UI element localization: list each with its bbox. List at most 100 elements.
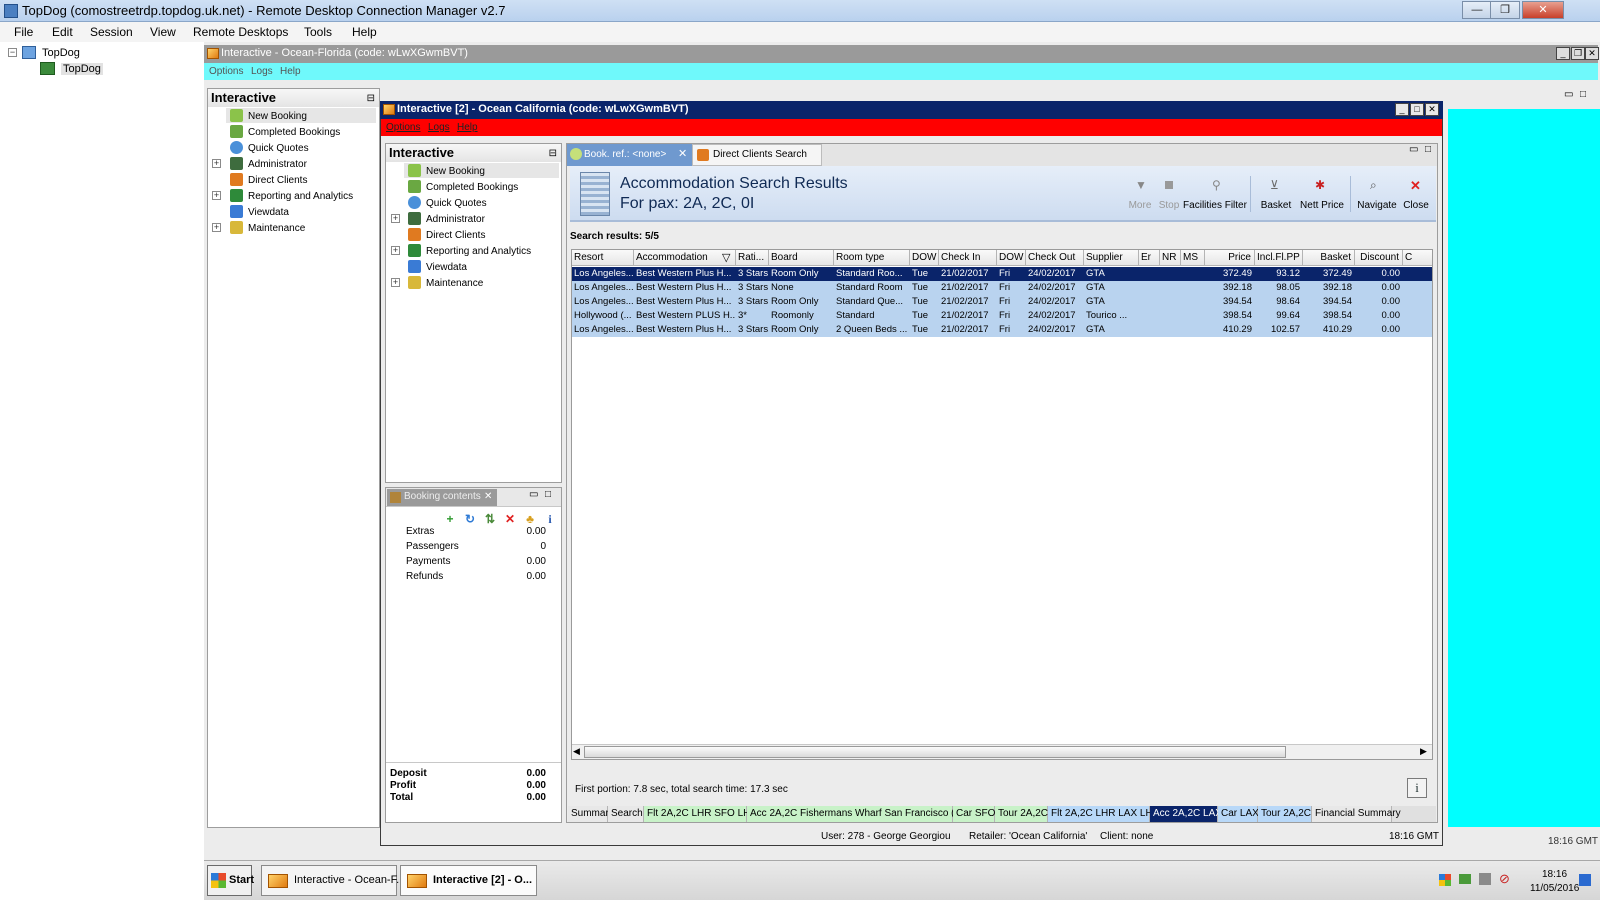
menu-edit[interactable]: Edit (52, 25, 73, 39)
panel-collapse-icon[interactable]: ⊟ (549, 148, 557, 159)
expand-reporting[interactable]: + (212, 191, 221, 200)
menu-session[interactable]: Session (90, 25, 133, 39)
info-icon[interactable]: i (544, 513, 556, 525)
task-interactive-2[interactable]: Interactive [2] - O... (400, 865, 537, 896)
column-header-discount[interactable]: Discount (1355, 250, 1403, 266)
bottom-tab-6[interactable]: Flt 2A,2C LHR LAX LHR (1048, 806, 1160, 822)
aux-minimize-icon[interactable]: ▭ (1564, 89, 1573, 100)
expand-maintenance[interactable]: + (212, 223, 221, 232)
navigate-button[interactable]: Navigate (1355, 200, 1399, 211)
nav-reporting-analytics[interactable]: Reporting and Analytics (248, 191, 353, 202)
tab-direct-clients-search[interactable]: Direct Clients Search (692, 144, 822, 166)
column-header-dow-in[interactable]: DOW (910, 250, 939, 266)
remote-minimize-button[interactable]: _ (1556, 47, 1570, 60)
aux-maximize-icon[interactable]: □ (1580, 89, 1586, 100)
horizontal-scrollbar[interactable]: ◀ ▶ (572, 744, 1432, 759)
bottom-tab-7[interactable]: Acc 2A,2C LAX (1150, 806, 1222, 822)
column-header-ms[interactable]: MS (1181, 250, 1205, 266)
nav-administrator[interactable]: Administrator (426, 214, 485, 225)
tree-collapse-toggle[interactable]: − (8, 48, 17, 57)
remote-restore-button[interactable]: ❐ (1571, 47, 1585, 60)
menu-file[interactable]: File (14, 25, 33, 39)
stop-button[interactable]: Stop (1155, 200, 1183, 211)
nav-reporting-analytics[interactable]: Reporting and Analytics (426, 246, 531, 257)
nav-maintenance[interactable]: Maintenance (248, 223, 305, 234)
volume-muted-icon[interactable]: ⊘ (1499, 871, 1510, 887)
column-header-check-out[interactable]: Check Out (1026, 250, 1084, 266)
menu-remote-desktops[interactable]: Remote Desktops (193, 25, 288, 39)
close-button[interactable]: ✕ (1522, 1, 1564, 19)
menu-view[interactable]: View (150, 25, 176, 39)
task-interactive-ocean-florida[interactable]: Interactive - Ocean-F... (261, 865, 405, 896)
bottom-tab-4[interactable]: Car SFO (953, 806, 995, 822)
inner-minimize-button[interactable]: _ (1395, 103, 1409, 116)
start-button[interactable]: Start (207, 865, 254, 896)
nav-new-booking[interactable]: New Booking (248, 111, 307, 122)
battery-tray-icon[interactable] (1459, 874, 1471, 884)
nav-viewdata[interactable]: Viewdata (248, 207, 289, 218)
info-button[interactable]: i (1407, 778, 1427, 798)
remote-menu-options[interactable]: Options (209, 66, 243, 77)
content-minimize-icon[interactable]: ▭ (1409, 144, 1418, 155)
column-header-room-type[interactable]: Room type (834, 250, 910, 266)
bottom-tab-2[interactable]: Flt 2A,2C LHR SFO LHR (644, 806, 758, 822)
column-filter-icon[interactable]: ▽ (722, 251, 730, 264)
delete-icon[interactable]: ✕ (504, 513, 516, 525)
expand-administrator[interactable]: + (391, 214, 400, 223)
expand-administrator[interactable]: + (212, 159, 221, 168)
show-desktop-icon[interactable] (1579, 874, 1591, 886)
nav-new-booking[interactable]: New Booking (426, 166, 485, 177)
column-header-basket[interactable]: Basket (1303, 250, 1355, 266)
bottom-tab-5[interactable]: Tour 2A,2C (995, 806, 1048, 822)
add-icon[interactable]: + (444, 513, 456, 525)
nav-direct-clients[interactable]: Direct Clients (426, 230, 485, 241)
column-header-rating[interactable]: Rati... (736, 250, 769, 266)
facilities-filter-button[interactable]: Facilities Filter (1183, 200, 1247, 211)
column-header-dow-out[interactable]: DOW (997, 250, 1026, 266)
column-header-board[interactable]: Board (769, 250, 834, 266)
column-header-check-in[interactable]: Check In (939, 250, 997, 266)
bottom-tab-3[interactable]: Acc 2A,2C Fishermans Wharf San Francisco… (747, 806, 972, 822)
panel-maximize-icon[interactable]: □ (545, 489, 551, 500)
panel-collapse-icon[interactable]: ⊟ (367, 93, 375, 104)
bottom-tab-9[interactable]: Tour 2A,2C (1258, 806, 1312, 822)
column-header-resort[interactable]: Resort (572, 250, 634, 266)
inner-menu-logs[interactable]: Logs (428, 122, 450, 133)
refresh-icon[interactable]: ↻ (464, 513, 476, 525)
close-tab-icon[interactable]: ✕ (678, 144, 687, 165)
column-header-nr[interactable]: NR (1160, 250, 1181, 266)
column-header-supplier[interactable]: Supplier (1084, 250, 1139, 266)
panel-minimize-icon[interactable]: ▭ (529, 489, 538, 500)
expand-maintenance[interactable]: + (391, 278, 400, 287)
flag-tray-icon[interactable] (1439, 874, 1451, 886)
column-header-er[interactable]: Er (1139, 250, 1160, 266)
column-header-price[interactable]: Price (1205, 250, 1255, 266)
column-header-c[interactable]: C (1403, 250, 1432, 266)
palm-icon[interactable]: ♣ (524, 513, 536, 525)
remote-menu-help[interactable]: Help (280, 66, 301, 77)
inner-menu-options[interactable]: Options (386, 122, 420, 133)
bottom-tab-0[interactable]: Summary (568, 806, 614, 822)
close-tab-icon[interactable]: ✕ (484, 489, 492, 505)
tree-root[interactable]: TopDog (42, 47, 80, 59)
menu-tools[interactable]: Tools (304, 25, 332, 39)
bottom-tab-10[interactable]: Financial Summary (1312, 806, 1401, 822)
tree-child[interactable]: TopDog (61, 63, 103, 75)
remote-close-button[interactable]: ✕ (1585, 47, 1599, 60)
nav-quick-quotes[interactable]: Quick Quotes (426, 198, 487, 209)
network-tray-icon[interactable] (1479, 873, 1491, 885)
bottom-tab-8[interactable]: Car LAX (1218, 806, 1259, 822)
more-button[interactable]: More (1125, 200, 1155, 211)
nav-maintenance[interactable]: Maintenance (426, 278, 483, 289)
inner-maximize-button[interactable]: □ (1410, 103, 1424, 116)
nav-completed-bookings[interactable]: Completed Bookings (426, 182, 518, 193)
nett-price-button[interactable]: Nett Price (1297, 200, 1347, 211)
expand-reporting[interactable]: + (391, 246, 400, 255)
remote-menu-logs[interactable]: Logs (251, 66, 273, 77)
scrollbar-thumb[interactable] (584, 746, 1286, 758)
nav-completed-bookings[interactable]: Completed Bookings (248, 127, 340, 138)
booking-contents-tab[interactable]: Booking contents ✕ (387, 489, 497, 506)
minimize-button[interactable]: — (1462, 1, 1492, 19)
basket-button[interactable]: Basket (1256, 200, 1296, 211)
bottom-tab-1[interactable]: Search (608, 806, 644, 822)
